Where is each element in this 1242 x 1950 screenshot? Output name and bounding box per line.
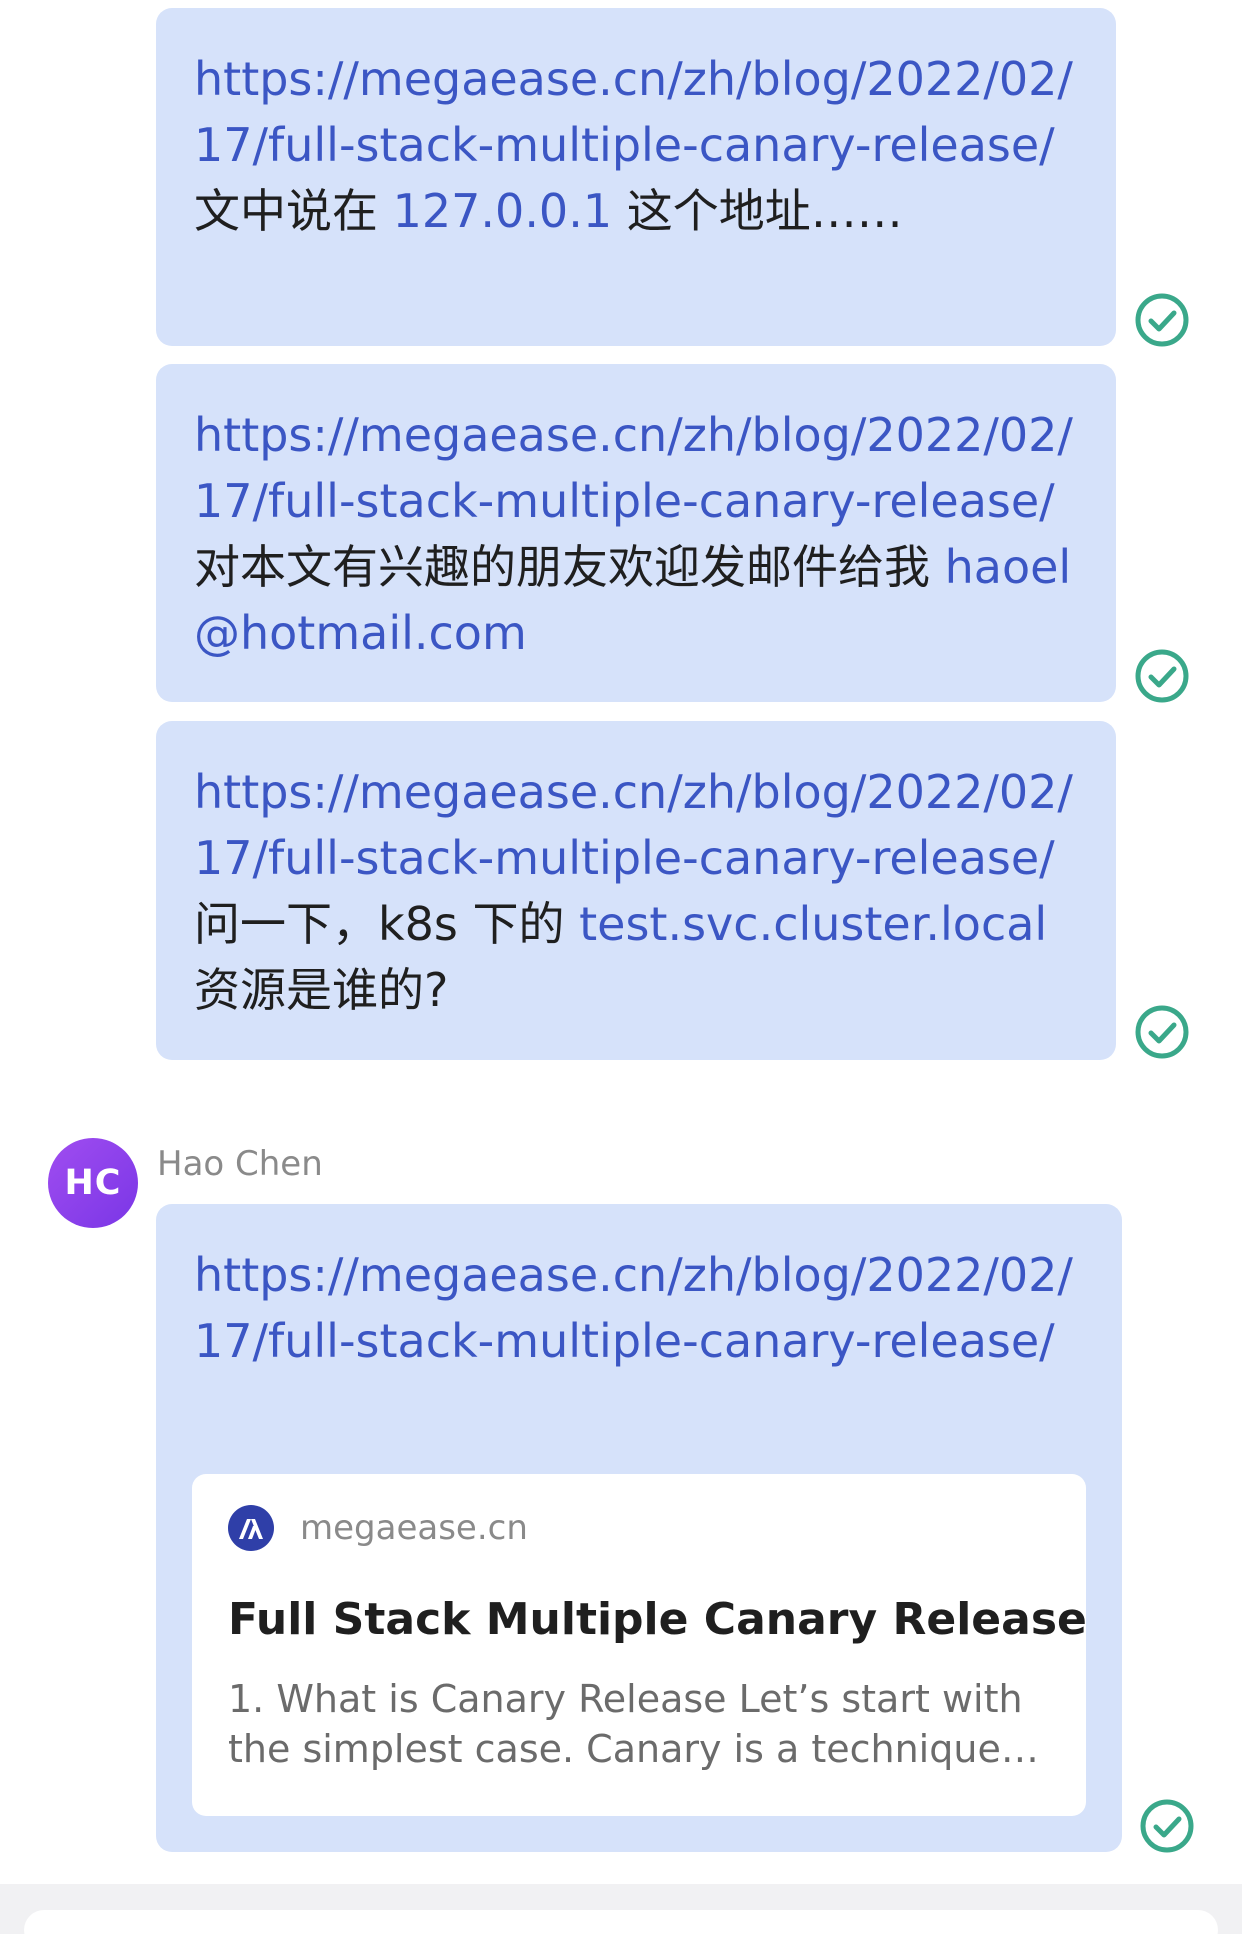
message-text-4: https://megaease.cn/zh/blog/2022/02/17/f… [194,1242,1084,1374]
preview-site-name: megaease.cn [300,1508,528,1548]
ip-address: 127.0.0.1 [392,184,613,238]
domain-link[interactable]: test.svc.cluster.local [579,897,1047,951]
message-link-4[interactable]: https://megaease.cn/zh/blog/2022/02/17/f… [194,1248,1073,1368]
sender-name: Hao Chen [157,1144,323,1184]
message-link-2[interactable]: https://megaease.cn/zh/blog/2022/02/17/f… [194,408,1073,528]
message-text-3: https://megaease.cn/zh/blog/2022/02/17/f… [194,765,1073,1017]
preview-description: 1. What is Canary Release Let’s start wi… [228,1677,1039,1771]
check-circle-icon [1140,1799,1194,1853]
message-bubble-1: https://megaease.cn/zh/blog/2022/02/17/f… [156,8,1116,346]
message-text-2: https://megaease.cn/zh/blog/2022/02/17/f… [194,408,1073,660]
preview-title: Full Stack Multiple Canary Release [228,1594,1087,1645]
message-bubble-3: https://megaease.cn/zh/blog/2022/02/17/f… [156,721,1116,1060]
check-circle-icon [1135,1005,1189,1059]
preview-site-row: megaease.cn [228,1500,1050,1556]
message-input[interactable] [24,1910,1218,1950]
megaease-logo-icon [228,1505,274,1551]
avatar[interactable]: HC [48,1138,138,1228]
link-preview-card[interactable]: megaease.cn Full Stack Multiple Canary R… [192,1474,1087,1816]
check-circle-icon [1135,649,1189,703]
message-text-1: https://megaease.cn/zh/blog/2022/02/17/f… [194,52,1073,238]
message-link-1[interactable]: https://megaease.cn/zh/blog/2022/02/17/f… [194,52,1073,172]
check-circle-icon [1135,293,1189,347]
message-link-3[interactable]: https://megaease.cn/zh/blog/2022/02/17/f… [194,765,1073,885]
message-bubble-2: https://megaease.cn/zh/blog/2022/02/17/f… [156,364,1116,702]
